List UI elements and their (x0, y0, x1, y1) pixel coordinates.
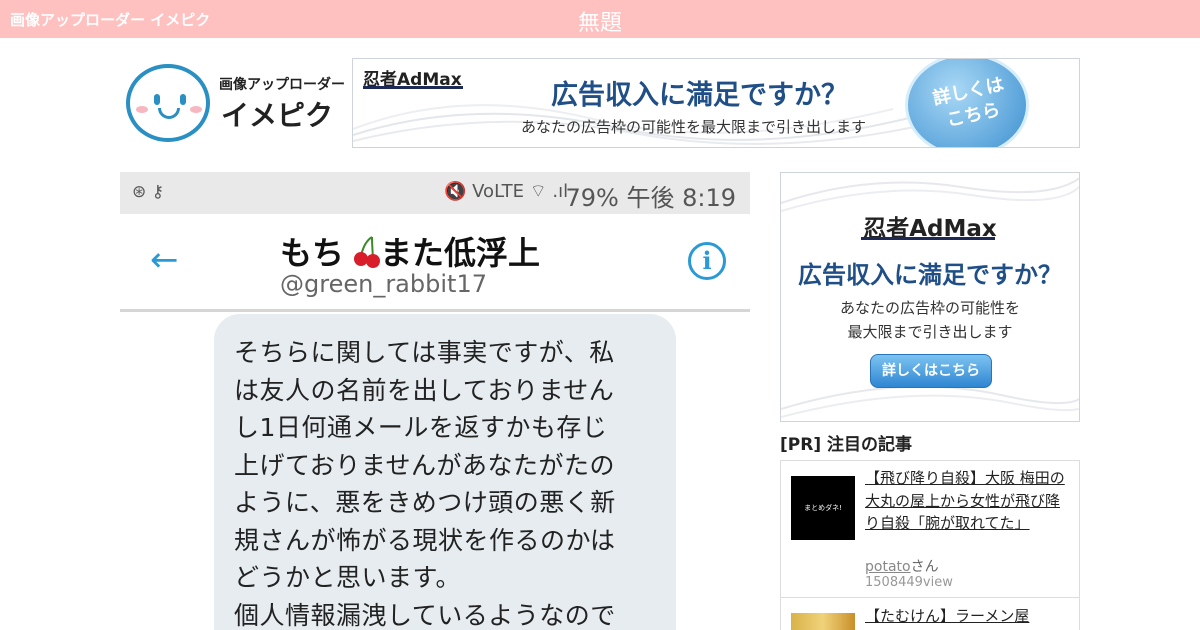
author-link[interactable]: potato (865, 559, 911, 575)
ad-text-line: あなたの広告枠の可能性を (839, 299, 1020, 317)
display-name: もち また低浮上 (280, 234, 541, 272)
message-bubble: そちらに関しては事実ですが、私 は友人の名前を出しておりません し1日何通メール… (214, 314, 676, 630)
brand-underline (861, 237, 995, 240)
pr-article-item[interactable]: 【たむけん】ラーメン屋 (781, 599, 1079, 630)
info-icon: i (688, 242, 726, 280)
message-line: どうかと思います。 (234, 563, 462, 592)
site-logo[interactable]: 画像アップローダー イメピク (126, 64, 345, 144)
ad-details-button[interactable]: 詳しくはこちら (870, 354, 992, 388)
message-line: は友人の名前を出しておりません (234, 375, 615, 405)
smiley-face-icon (126, 64, 210, 142)
back-arrow-icon: ← (150, 240, 179, 280)
sidebar-ad[interactable]: 忍者AdMax 広告収入に満足ですか？ あなたの広告枠の可能性を 最大限まで引き… (780, 172, 1080, 422)
pr-heading: [PR] 注目の記事 (780, 435, 913, 455)
phone-status-bar: ⊛ ⚷ 🔇 VoLTE ⌔ .ıl 79% 午後 8:19 (120, 172, 750, 214)
message-line: 個人情報漏洩しているようなので (234, 600, 616, 630)
status-battery-time: 79% 午後 8:19 (565, 184, 737, 212)
brand-underline (363, 86, 463, 89)
details-circle-button[interactable]: 詳しくは こちら (905, 59, 1029, 147)
ad-text-line: 最大限まで引き出します (847, 323, 1013, 341)
logo-subtitle: 画像アップローダー (219, 77, 345, 93)
left-cheek (136, 106, 148, 113)
message-line: そちらに関しては事実ですが、私 (234, 338, 615, 367)
mouth (158, 108, 180, 119)
pr-article-list: まとめダネ! 【飛び降り自殺】大阪 梅田の大丸の屋上から女性が飛び降り自殺「腕が… (780, 460, 1080, 630)
article-title-link[interactable]: 【飛び降り自殺】大阪 梅田の大丸の屋上から女性が飛び降り自殺「腕が取れてた」 (865, 467, 1071, 535)
message-line: 上げておりませんがあなたがたの (234, 450, 616, 480)
article-thumbnail[interactable] (791, 613, 855, 630)
article-thumbnail[interactable]: まとめダネ! (791, 476, 855, 540)
message-line: ように、悪をきめつけ頭の悪く新 (234, 488, 616, 517)
article-title-link[interactable]: 【たむけん】ラーメン屋 (865, 605, 1071, 628)
top-banner-ad[interactable]: 忍者AdMax 広告収入に満足ですか？ あなたの広告枠の可能性を最大限まで引き出… (352, 58, 1080, 148)
right-cheek (190, 106, 202, 113)
status-symbols: 🔇 VoLTE ⌔ .ıl (444, 181, 569, 202)
conversation-header: ← もち また低浮上 @green_rabbit17 i (120, 214, 750, 312)
page-title: 無題 (577, 11, 622, 36)
left-eye (154, 94, 160, 105)
pr-article-item[interactable]: まとめダネ! 【飛び降り自殺】大阪 梅田の大丸の屋上から女性が飛び降り自殺「腕が… (781, 461, 1079, 598)
uploaded-image[interactable]: ⊛ ⚷ 🔇 VoLTE ⌔ .ıl 79% 午後 8:19 ← もち また低浮上 … (120, 172, 750, 630)
logo-name: イメピク (221, 99, 334, 132)
article-author: potatoさん (865, 559, 939, 575)
article-view-count: 1508449view (865, 575, 953, 590)
circle-label: 詳しくは こちら (931, 74, 1006, 132)
message-line: 規さんが怖がる現状を作るのかは (234, 525, 616, 555)
top-bar: 画像アップローダー イメピク 無題 (0, 0, 1200, 38)
cherry-icon (354, 236, 380, 268)
message-line: し1日何通メールを返すかも存じ (234, 413, 608, 442)
banner-headline: 広告収入に満足ですか？ (551, 80, 848, 111)
right-eye (180, 94, 186, 105)
banner-subline: あなたの広告枠の可能性を最大限まで引き出します (521, 118, 867, 136)
ad-headline: 広告収入に満足ですか？ (798, 261, 1062, 289)
status-left-icons: ⊛ ⚷ (132, 182, 165, 202)
user-handle: @green_rabbit17 (280, 270, 487, 298)
